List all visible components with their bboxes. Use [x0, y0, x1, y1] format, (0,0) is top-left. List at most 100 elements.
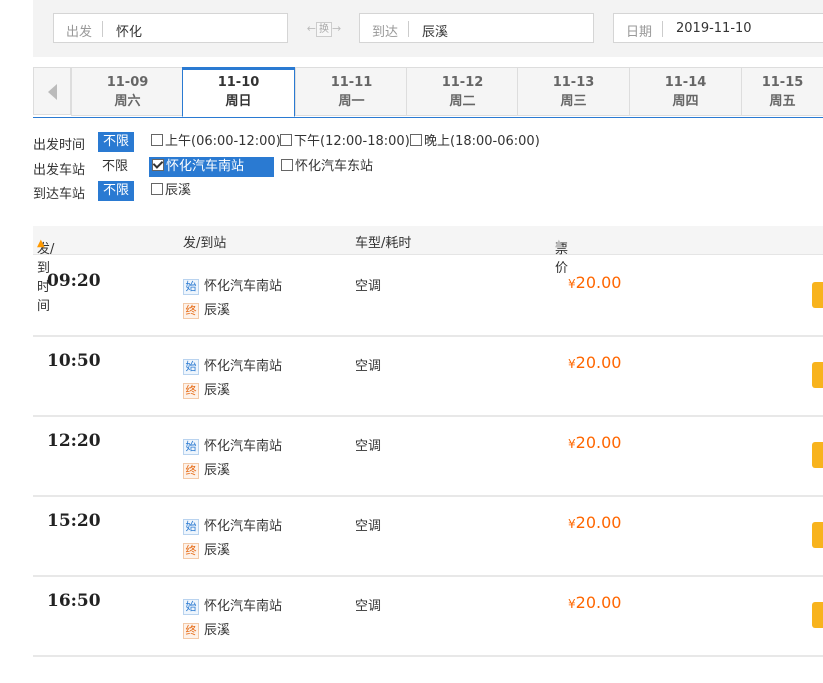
date-tab[interactable]: 11-11 周一: [295, 67, 407, 116]
tab-weekday: 周五: [769, 94, 796, 109]
to-station: 终辰溪: [183, 619, 230, 639]
book-button[interactable]: [812, 282, 823, 308]
tab-weekday: 周日: [225, 94, 252, 109]
date-tabs: 11-09 周六 11-10 周日 11-11 周一 11-12 周二 11-1…: [33, 67, 823, 118]
price-value: 20.00: [575, 433, 622, 452]
bus-type: 空调: [355, 519, 382, 534]
checkbox[interactable]: [151, 134, 163, 146]
filter-option-huaihua-east[interactable]: 怀化汽车东站: [281, 157, 373, 177]
to-station-name: 辰溪: [204, 463, 231, 478]
to-label: 到达: [372, 25, 399, 40]
divider: [102, 21, 103, 37]
book-button[interactable]: [812, 522, 823, 548]
filter-label: 到达车站: [33, 187, 86, 202]
option-label: 辰溪: [165, 183, 192, 198]
date-field[interactable]: 日期 2019-11-10: [613, 13, 823, 43]
book-button[interactable]: [812, 602, 823, 628]
station-header: 发/到站: [183, 236, 227, 251]
filter-all-option[interactable]: 不限: [98, 132, 135, 152]
table-header: 发/到时间 ▲ 发/到站 车型/耗时 票价 ▲: [33, 226, 823, 314]
tab-weekday: 周四: [672, 94, 699, 109]
filter-all-option[interactable]: 不限: [98, 181, 135, 201]
price-value: 20.00: [575, 593, 622, 612]
to-station-name: 辰溪: [204, 543, 231, 558]
to-station-name: 辰溪: [204, 623, 231, 638]
date-label: 日期: [626, 25, 653, 40]
table-row: 16:50 始怀化汽车南站 终辰溪 空调 ¥20.00: [33, 575, 823, 657]
date-tab[interactable]: 11-15 周五: [741, 67, 823, 116]
checkbox-checked[interactable]: [152, 159, 164, 171]
type-header: 车型/耗时: [355, 236, 412, 251]
filter-option-chenxi[interactable]: 辰溪: [151, 181, 191, 201]
depart-time: 12:20: [47, 431, 101, 451]
sort-up-icon: ▲: [555, 238, 563, 249]
to-station-name: 辰溪: [204, 303, 231, 318]
bus-type: 空调: [355, 359, 382, 374]
filter-option-huaihua-south[interactable]: 怀化汽车南站: [149, 157, 275, 177]
swap-icon: 换: [316, 22, 332, 37]
price-value: 20.00: [575, 273, 622, 292]
tab-date: 11-15: [761, 75, 804, 90]
start-tag: 始: [183, 279, 199, 295]
filter-depart-time: 出发时间 不限 上午(06:00-12:00) 下午(12:00-18:00) …: [33, 132, 823, 153]
tab-weekday: 周三: [560, 94, 587, 109]
option-label: 怀化汽车东站: [295, 159, 374, 174]
filter-label: 出发时间: [33, 138, 86, 153]
filter-label: 出发车站: [33, 163, 86, 178]
filter-option-morning[interactable]: 上午(06:00-12:00): [151, 132, 281, 152]
price: ¥20.00: [568, 513, 621, 532]
date-tab[interactable]: 11-14 周四: [629, 67, 741, 116]
price: ¥20.00: [568, 353, 621, 372]
to-station: 终辰溪: [183, 539, 230, 559]
tab-date: 11-12: [441, 75, 484, 90]
start-tag: 始: [183, 599, 199, 615]
table-row: 09:20 始怀化汽车南站 终辰溪 空调 ¥20.00: [33, 255, 823, 337]
bus-type: 空调: [355, 439, 382, 454]
checkbox[interactable]: [410, 134, 422, 146]
tab-date: 11-13: [552, 75, 595, 90]
prev-dates-button[interactable]: [33, 67, 71, 115]
to-station-name: 辰溪: [204, 383, 231, 398]
from-value[interactable]: 怀化: [116, 21, 142, 40]
tab-weekday: 周六: [114, 94, 141, 109]
filter-depart-station: 出发车站 不限 怀化汽车南站 怀化汽车东站: [33, 157, 823, 178]
book-button[interactable]: [812, 362, 823, 388]
depart-time: 10:50: [47, 351, 101, 371]
bus-type: 空调: [355, 599, 382, 614]
table-row: 12:20 始怀化汽车南站 终辰溪 空调 ¥20.00: [33, 415, 823, 497]
checkbox[interactable]: [281, 159, 293, 171]
filter-all-option[interactable]: 不限: [98, 157, 132, 177]
to-field[interactable]: 到达 辰溪: [359, 13, 594, 43]
tab-date: 11-14: [664, 75, 707, 90]
price: ¥20.00: [568, 433, 621, 452]
from-station: 始怀化汽车南站: [183, 275, 282, 295]
from-field[interactable]: 出发 怀化: [53, 13, 288, 43]
filter-option-afternoon[interactable]: 下午(12:00-18:00): [280, 132, 410, 152]
swap-button[interactable]: ← 换 →: [306, 20, 342, 38]
search-bar: 出发 怀化 ← 换 → 到达 辰溪 日期 2019-11-10: [33, 0, 823, 57]
sort-up-icon: ▲: [37, 238, 45, 249]
currency: ¥: [568, 357, 576, 371]
from-station: 始怀化汽车南站: [183, 595, 282, 615]
date-tab-active[interactable]: 11-10 周日: [182, 67, 295, 117]
date-tab[interactable]: 11-13 周三: [517, 67, 629, 116]
filter-option-evening[interactable]: 晚上(18:00-06:00): [410, 132, 540, 152]
end-tag: 终: [183, 543, 199, 559]
end-tag: 终: [183, 463, 199, 479]
chevron-left-icon: [48, 84, 57, 100]
date-tab[interactable]: 11-09 周六: [71, 67, 183, 116]
book-button[interactable]: [812, 442, 823, 468]
option-label: 上午(06:00-12:00): [165, 134, 281, 149]
tab-weekday: 周二: [449, 94, 476, 109]
checkbox[interactable]: [280, 134, 292, 146]
date-value[interactable]: 2019-11-10: [676, 21, 752, 36]
to-value[interactable]: 辰溪: [422, 21, 448, 40]
checkbox[interactable]: [151, 183, 163, 195]
to-station: 终辰溪: [183, 459, 230, 479]
option-label: 下午(12:00-18:00): [294, 134, 410, 149]
depart-time: 09:20: [47, 271, 101, 291]
date-tab[interactable]: 11-12 周二: [406, 67, 518, 116]
table-row: 10:50 始怀化汽车南站 终辰溪 空调 ¥20.00: [33, 335, 823, 417]
start-tag: 始: [183, 359, 199, 375]
price-value: 20.00: [575, 513, 622, 532]
